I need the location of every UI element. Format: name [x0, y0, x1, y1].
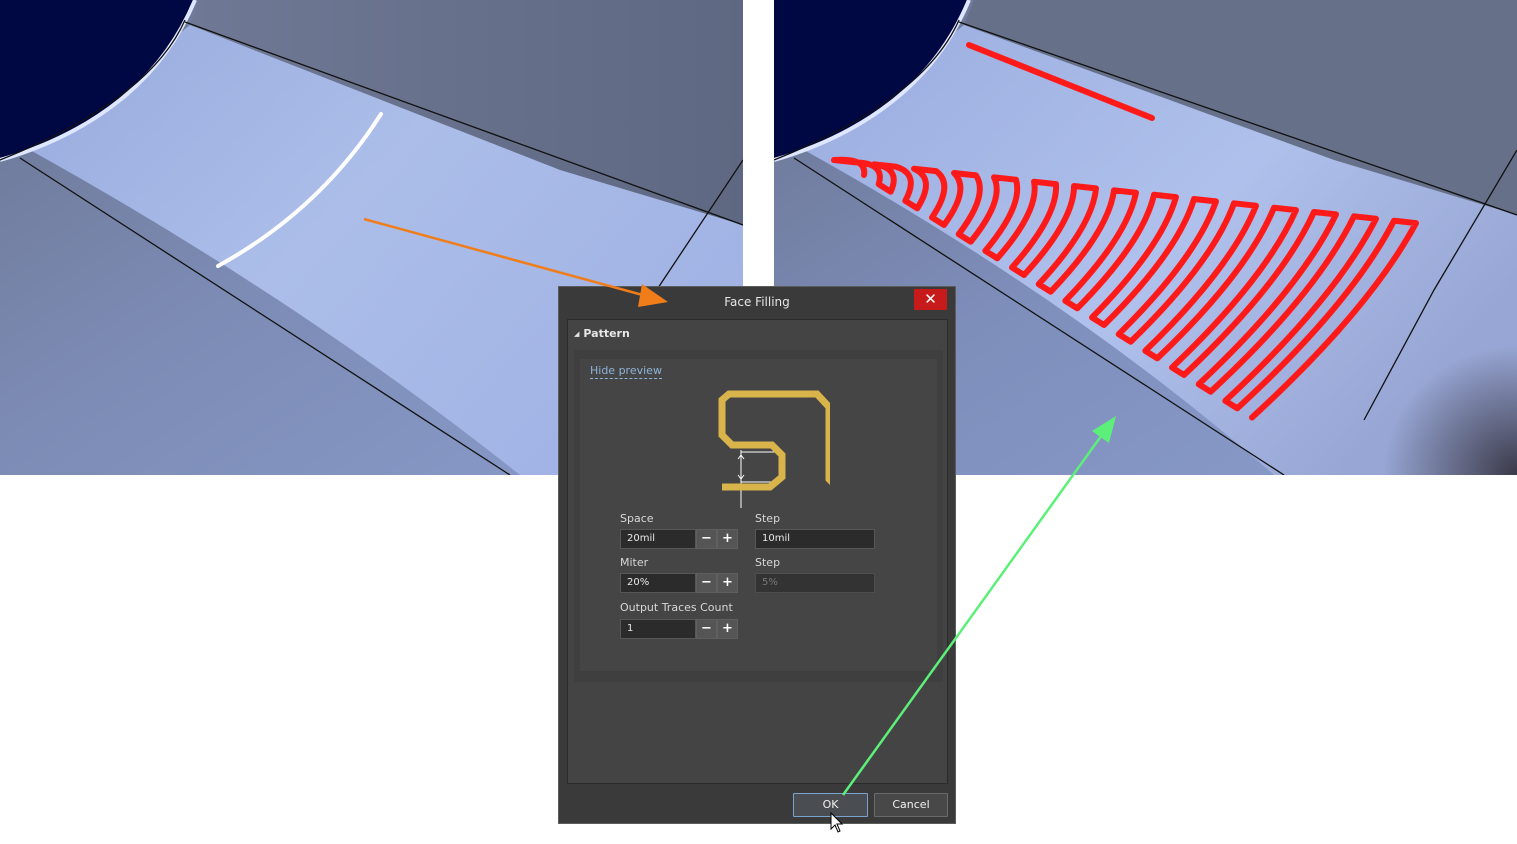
minus-icon: −	[701, 575, 712, 590]
face-filling-dialog: Face Filling ✕ ◢ Pattern Hide preview Spa…	[558, 286, 956, 824]
pattern-preview	[718, 390, 830, 508]
miter-step-label: Step	[755, 556, 781, 569]
minus-icon: −	[701, 621, 712, 636]
space-input[interactable]: 20mil	[620, 529, 696, 549]
collapse-triangle-icon: ◢	[574, 330, 580, 338]
hide-preview-link[interactable]: Hide preview	[590, 364, 662, 379]
cancel-button[interactable]: Cancel	[874, 793, 948, 817]
dialog-title: Face Filling	[724, 295, 790, 309]
space-increment-button[interactable]: +	[717, 529, 738, 549]
close-icon: ✕	[924, 290, 937, 308]
plus-icon: +	[722, 531, 733, 546]
pattern-section-header[interactable]: ◢ Pattern	[574, 327, 630, 340]
plus-icon: +	[722, 621, 733, 636]
miter-step-input[interactable]: 5%	[755, 573, 875, 593]
dialog-body: ◢ Pattern Hide preview Space 20mil − + St…	[567, 319, 948, 784]
miter-label: Miter	[620, 556, 649, 569]
miter-increment-button[interactable]: +	[717, 573, 738, 593]
mouse-cursor-icon	[830, 812, 844, 833]
output-traces-increment-button[interactable]: +	[717, 619, 738, 639]
pattern-panel: Hide preview Space 20mil − + Step 10mil …	[574, 350, 943, 682]
output-traces-decrement-button[interactable]: −	[696, 619, 717, 639]
pattern-content: Hide preview Space 20mil − + Step 10mil …	[580, 359, 937, 671]
output-traces-count-label: Output Traces Count	[620, 601, 733, 614]
preview-trace	[718, 390, 830, 491]
space-decrement-button[interactable]: −	[696, 529, 717, 549]
space-step-label: Step	[755, 512, 781, 525]
close-button[interactable]: ✕	[914, 289, 947, 310]
space-step-input[interactable]: 10mil	[755, 529, 875, 549]
plus-icon: +	[722, 575, 733, 590]
output-traces-count-input[interactable]: 1	[620, 619, 696, 639]
miter-decrement-button[interactable]: −	[696, 573, 717, 593]
minus-icon: −	[701, 531, 712, 546]
pattern-section-label: Pattern	[583, 327, 630, 340]
miter-input[interactable]: 20%	[620, 573, 696, 593]
space-label: Space	[620, 512, 654, 525]
